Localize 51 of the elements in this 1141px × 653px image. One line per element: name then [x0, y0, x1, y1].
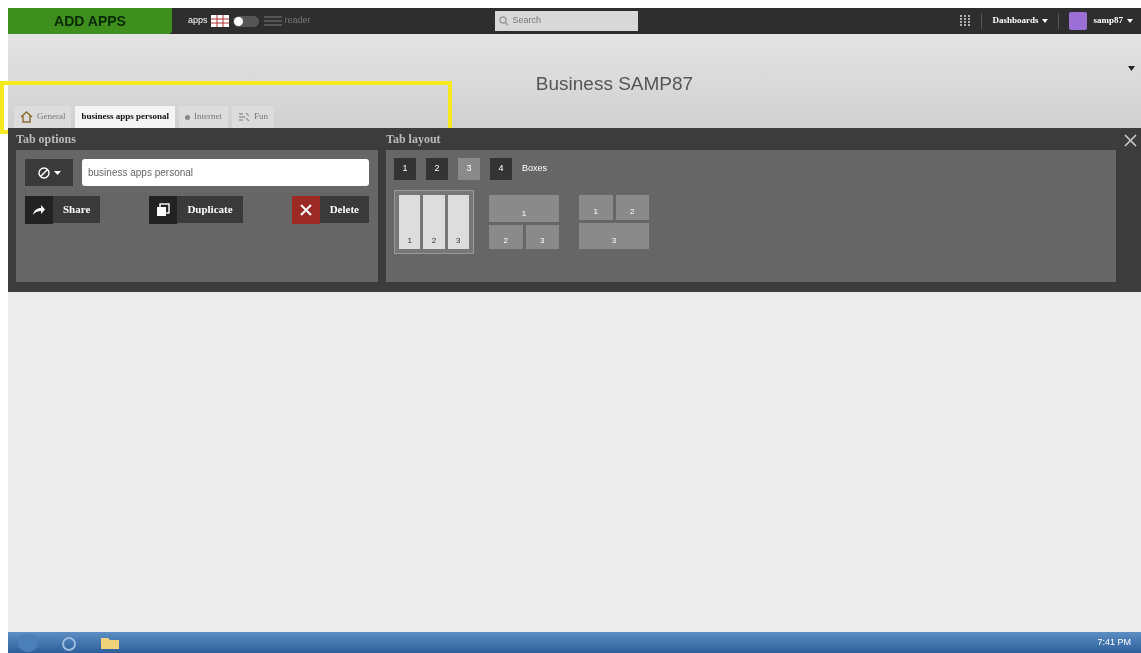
dashboard-tab[interactable]: General — [14, 106, 72, 128]
layout-cell: 1 — [399, 195, 421, 249]
copy-icon — [149, 195, 178, 224]
action-button[interactable]: Duplicate — [149, 196, 243, 223]
layout-option[interactable]: 1 2 3 — [394, 190, 474, 254]
user-menu[interactable]: samp87 — [1093, 14, 1133, 28]
search-field[interactable]: Search — [494, 11, 638, 31]
caret-icon[interactable] — [1128, 66, 1135, 71]
caret-icon — [1042, 19, 1049, 23]
action-button[interactable]: Delete — [291, 196, 369, 223]
no-icon-icon — [37, 166, 50, 179]
home-icon — [20, 111, 33, 123]
feed-icon — [238, 111, 250, 123]
dashboard-tab[interactable]: Internet — [179, 106, 228, 128]
caret-icon — [1127, 19, 1133, 23]
dashboard-tab[interactable]: business apps personal — [75, 106, 176, 128]
list-icon — [263, 16, 282, 26]
dashboards-menu[interactable]: Dashboards — [992, 14, 1049, 28]
search-input[interactable]: Search — [512, 14, 623, 28]
reader-label: reader — [284, 14, 311, 28]
layout-cell: 3 — [525, 224, 559, 249]
grid-icon — [210, 15, 229, 27]
tab-options-title: Tab options — [16, 131, 76, 148]
search-icon — [498, 16, 509, 26]
action-button[interactable]: Share — [25, 196, 101, 223]
close-icon — [291, 195, 320, 224]
apps-label: apps — [188, 14, 208, 28]
layout-cell: 2 — [489, 224, 523, 249]
share-icon — [25, 195, 53, 224]
caret-icon — [53, 170, 61, 175]
layout-cell: 3 — [579, 222, 649, 249]
add-apps-button[interactable]: ADD APPS — [8, 8, 172, 34]
icon-picker-button[interactable] — [25, 159, 73, 186]
box-count-button[interactable]: 2 — [426, 158, 448, 180]
layout-cell: 1 — [579, 195, 613, 220]
dashboard-title: Business SAMP87 — [535, 71, 694, 96]
layout-cell: 1 — [489, 195, 559, 222]
view-toggle[interactable] — [232, 15, 259, 27]
layout-cell: 3 — [447, 195, 469, 249]
clock: 7:41 PM — [1097, 635, 1131, 649]
tab-layout-title: Tab layout — [386, 131, 441, 148]
folder-icon[interactable] — [100, 635, 120, 650]
close-icon[interactable] — [1124, 134, 1137, 147]
box-count-button[interactable]: 4 — [490, 158, 512, 180]
tab-name-input[interactable]: business apps personal — [82, 159, 369, 186]
start-button[interactable] — [18, 633, 38, 652]
boxes-label: Boxes — [522, 162, 547, 176]
layout-cell: 2 — [423, 195, 445, 249]
box-count-button[interactable]: 1 — [394, 158, 416, 180]
avatar-icon — [1069, 12, 1088, 30]
layout-cell: 2 — [615, 195, 649, 220]
